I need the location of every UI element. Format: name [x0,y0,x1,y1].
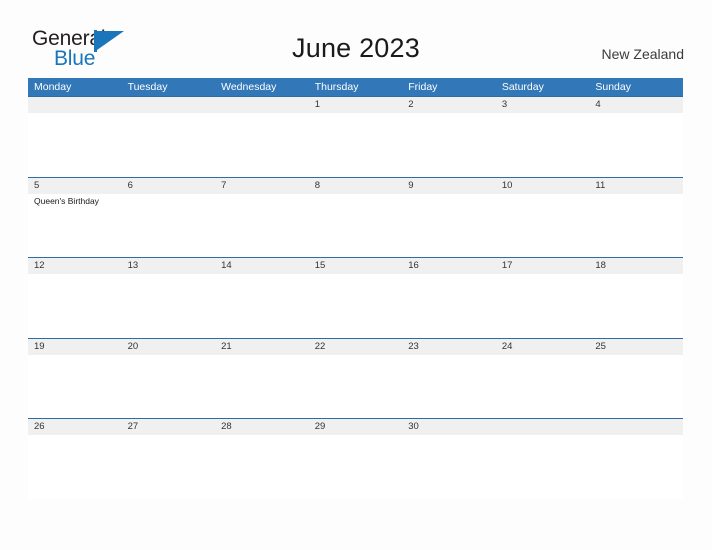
day-number[interactable]: 5 [28,178,122,194]
day-event [122,274,216,276]
dow-tuesday: Tuesday [127,81,168,93]
day-event [28,274,122,276]
day-event [589,435,683,437]
day-number[interactable]: 6 [122,178,216,194]
dow-thursday: Thursday [314,81,359,93]
day-event [402,355,496,357]
event-row [28,113,683,115]
day-event [496,355,590,357]
day-event [496,435,590,437]
day-number[interactable]: 24 [496,339,590,355]
day-number[interactable]: 16 [402,258,496,274]
day-number[interactable]: 9 [402,178,496,194]
dow-sunday: Sunday [595,81,631,93]
day-event [589,274,683,276]
day-number[interactable]: 1 [309,97,403,113]
day-event [122,113,216,115]
day-event [589,355,683,357]
day-event [402,274,496,276]
calendar-page: General Blue June 2023 New Zealand Monda… [0,0,712,550]
event-row: Queen's Birthday [28,194,683,207]
day-event [309,355,403,357]
calendar-week-row: 26 27 28 29 30 [28,418,683,499]
day-number[interactable]: 26 [28,419,122,435]
day-number[interactable]: 12 [28,258,122,274]
day-number[interactable]: 10 [496,178,590,194]
day-event [122,355,216,357]
day-number[interactable]: 15 [309,258,403,274]
event-row [28,274,683,276]
day-event [309,274,403,276]
day-event [496,194,590,207]
day-number-band: 19 20 21 22 23 24 25 [28,338,683,355]
day-number[interactable]: 30 [402,419,496,435]
day-event [402,435,496,437]
day-number-band: 1 2 3 4 [28,97,683,113]
calendar-week-row: 1 2 3 4 [28,96,683,177]
day-number[interactable] [28,97,122,113]
day-number[interactable]: 22 [309,339,403,355]
day-number[interactable]: 11 [589,178,683,194]
dow-saturday: Saturday [501,81,544,93]
event-row [28,355,683,357]
day-event [215,355,309,357]
day-event [28,355,122,357]
day-number[interactable]: 14 [215,258,309,274]
day-number[interactable] [589,419,683,435]
calendar-week-row: 12 13 14 15 16 17 18 [28,257,683,338]
day-number-band: 5 6 7 8 9 10 11 [28,177,683,194]
day-number[interactable]: 4 [589,97,683,113]
day-number[interactable]: 23 [402,339,496,355]
day-number[interactable]: 25 [589,339,683,355]
event-row [28,435,683,437]
day-event [402,113,496,115]
page-header: General Blue June 2023 New Zealand [0,0,712,78]
day-number[interactable] [215,97,309,113]
day-number[interactable]: 7 [215,178,309,194]
region-label: New Zealand [601,46,685,62]
day-number[interactable]: 3 [496,97,590,113]
calendar-grid: Monday Tuesday Wednesday Thursday Friday… [28,78,683,499]
day-number[interactable] [122,97,216,113]
day-number[interactable]: 13 [122,258,216,274]
day-number[interactable]: 8 [309,178,403,194]
day-event [309,435,403,437]
day-number[interactable]: 28 [215,419,309,435]
day-event [215,194,309,207]
day-number[interactable]: 2 [402,97,496,113]
day-number[interactable]: 29 [309,419,403,435]
day-event [215,113,309,115]
day-number[interactable]: 21 [215,339,309,355]
day-event [215,274,309,276]
day-number[interactable]: 17 [496,258,590,274]
day-event [589,113,683,115]
day-number[interactable] [496,419,590,435]
dow-friday: Friday [408,81,438,93]
day-number[interactable]: 19 [28,339,122,355]
day-event [122,435,216,437]
day-number[interactable]: 20 [122,339,216,355]
day-number-band: 12 13 14 15 16 17 18 [28,258,683,274]
dow-wednesday: Wednesday [221,81,277,93]
day-event [215,435,309,437]
day-event [589,194,683,207]
calendar-week-row: 19 20 21 22 23 24 25 [28,337,683,418]
day-event [309,113,403,115]
day-event [309,194,403,207]
dow-monday: Monday [34,81,72,93]
calendar-week-row: 5 6 7 8 9 10 11 Queen's Birthday [28,176,683,257]
day-number[interactable]: 27 [122,419,216,435]
day-event [496,274,590,276]
day-event [122,194,216,207]
day-of-week-header: Monday Tuesday Wednesday Thursday Friday… [28,78,683,96]
day-number[interactable]: 18 [589,258,683,274]
day-event: Queen's Birthday [34,195,99,206]
day-event [402,194,496,207]
day-number-band: 26 27 28 29 30 [28,419,683,435]
day-event [28,435,122,437]
day-event [28,113,122,115]
day-event [496,113,590,115]
